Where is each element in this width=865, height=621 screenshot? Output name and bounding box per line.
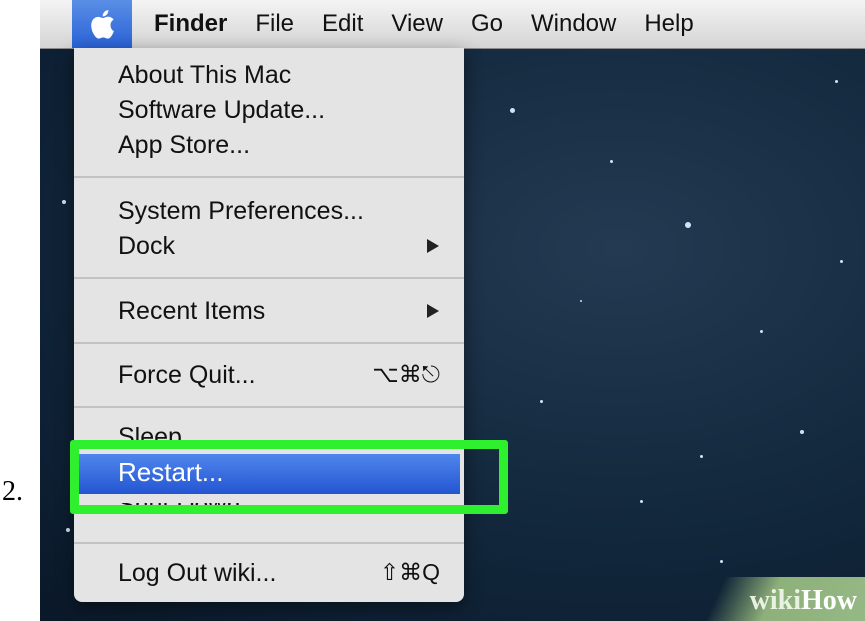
- menu-edit[interactable]: Edit: [308, 0, 377, 48]
- annotation-highlight-box: [70, 440, 508, 514]
- menu-item-label: App Store...: [118, 131, 251, 159]
- menu-view[interactable]: View: [377, 0, 457, 48]
- menu-item-dock[interactable]: Dock: [74, 231, 464, 265]
- star: [580, 300, 582, 302]
- menu-item-label: System Preferences...: [118, 197, 364, 225]
- menu-item-label: Log Out wiki...: [118, 559, 277, 587]
- menu-separator: [74, 342, 464, 344]
- star: [610, 160, 613, 163]
- step-number: 2.: [2, 476, 23, 507]
- apple-menu-dropdown: About This Mac Software Update... App St…: [74, 48, 464, 602]
- menu-separator: [74, 277, 464, 279]
- apple-menu-button[interactable]: [72, 0, 132, 48]
- menu-item-force-quit[interactable]: Force Quit... ⌥⌘⎋: [74, 360, 464, 394]
- star: [640, 500, 643, 503]
- menu-item-label: About This Mac: [118, 61, 292, 89]
- menu-window[interactable]: Window: [517, 0, 630, 48]
- menu-item-label: Dock: [118, 232, 175, 260]
- star: [685, 222, 691, 228]
- keyboard-shortcut: ⌥⌘⎋: [372, 361, 440, 387]
- menu-item-label: Software Update...: [118, 96, 326, 124]
- menu-go[interactable]: Go: [457, 0, 517, 48]
- mac-desktop-screen: Finder File Edit View Go Window Help Abo…: [40, 0, 865, 621]
- triangle-right-icon: [427, 239, 439, 253]
- keyboard-shortcut: ⇧⌘Q: [379, 559, 440, 585]
- watermark-prefix: wiki: [749, 585, 801, 616]
- star: [840, 260, 843, 263]
- star: [540, 400, 543, 403]
- triangle-right-icon: [427, 304, 439, 318]
- menu-item-sleep[interactable]: Sleep: [74, 422, 464, 442]
- star: [62, 200, 66, 204]
- star: [66, 528, 70, 532]
- star: [720, 560, 723, 563]
- star: [700, 455, 703, 458]
- menu-item-label: Recent Items: [118, 297, 266, 325]
- menu-item-log-out[interactable]: Log Out wiki... ⇧⌘Q: [74, 558, 464, 592]
- menu-separator: [74, 542, 464, 544]
- menu-item-software-update[interactable]: Software Update...: [74, 95, 464, 129]
- wikihow-watermark: wikiHow: [750, 585, 857, 617]
- menu-item-label: Force Quit...: [118, 361, 256, 389]
- star: [800, 430, 804, 434]
- menu-item-system-preferences[interactable]: System Preferences...: [74, 196, 464, 230]
- apple-logo-icon: [91, 10, 114, 39]
- menu-item-about-this-mac[interactable]: About This Mac: [74, 60, 464, 94]
- menu-item-recent-items[interactable]: Recent Items: [74, 296, 464, 330]
- star: [510, 108, 515, 113]
- menu-finder[interactable]: Finder: [132, 0, 241, 48]
- menu-item-app-store[interactable]: App Store...: [74, 130, 464, 164]
- menu-separator: [74, 176, 464, 178]
- star: [835, 80, 838, 83]
- watermark-suffix: How: [801, 585, 857, 616]
- menu-file[interactable]: File: [241, 0, 308, 48]
- menu-bar: Finder File Edit View Go Window Help: [40, 0, 865, 49]
- menu-separator: [74, 406, 464, 408]
- star: [760, 330, 763, 333]
- menu-help[interactable]: Help: [630, 0, 707, 48]
